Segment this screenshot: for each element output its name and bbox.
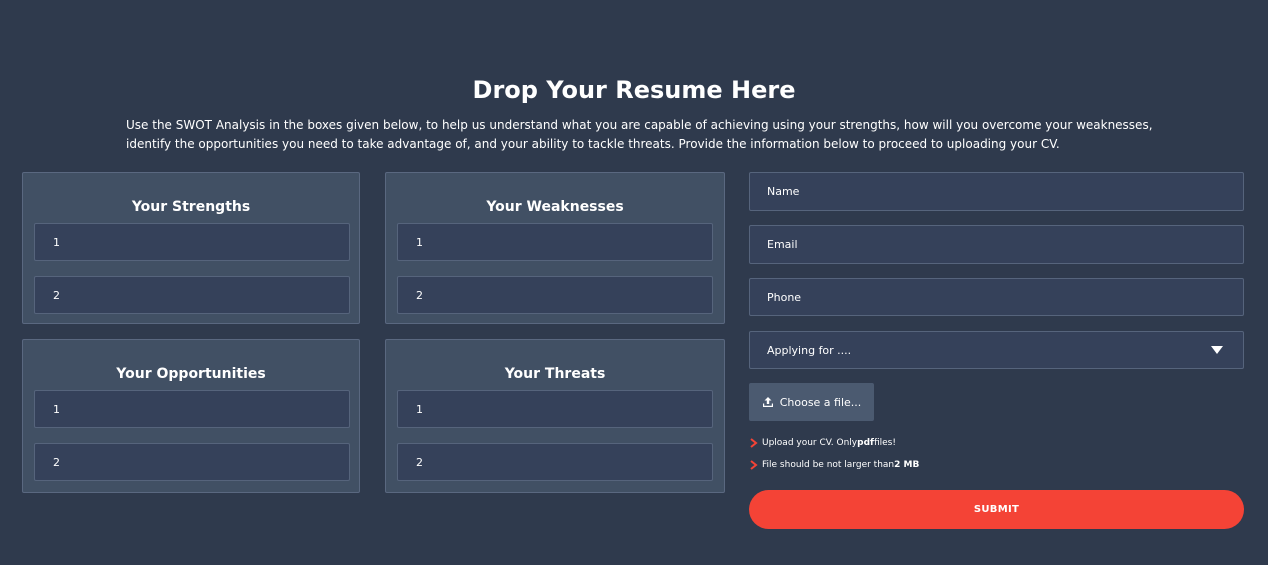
phone-field[interactable] [749, 278, 1244, 316]
strengths-panel: Your Strengths [22, 172, 360, 324]
opportunity-1-input[interactable] [34, 390, 350, 428]
choose-file-label: Choose a file... [779, 395, 862, 409]
opportunity-2-input[interactable] [34, 443, 350, 481]
page-title: Drop Your Resume Here [472, 76, 796, 104]
weaknesses-panel: Your Weaknesses [385, 172, 725, 324]
size-note-prefix: File should be not larger than [762, 460, 895, 470]
chevron-right-icon [750, 460, 758, 470]
size-note-limit: 2 MB [894, 460, 920, 470]
name-field[interactable] [749, 172, 1244, 211]
choose-file-button[interactable]: Choose a file... [749, 383, 874, 421]
submit-button[interactable]: SUBMIT [749, 490, 1244, 529]
upload-note-format: pdf [857, 438, 874, 448]
threat-1-input[interactable] [397, 390, 713, 428]
strength-1-input[interactable] [34, 223, 350, 261]
threat-2-input[interactable] [397, 443, 713, 481]
opportunities-title: Your Opportunities [116, 366, 266, 382]
upload-note: Upload your CV. Only pdf files! [749, 437, 896, 449]
threats-panel: Your Threats [385, 339, 725, 493]
applying-for-value: Applying for .... [767, 343, 852, 357]
applying-for-select[interactable]: Applying for .... [749, 331, 1244, 369]
upload-icon [762, 397, 773, 407]
weaknesses-title: Your Weaknesses [486, 199, 624, 215]
opportunities-panel: Your Opportunities [22, 339, 360, 493]
intro-text: Use the SWOT Analysis in the boxes given… [126, 118, 1153, 151]
email-field[interactable] [749, 225, 1244, 264]
caret-down-icon [1211, 346, 1223, 354]
upload-note-prefix: Upload your CV. Only [762, 438, 858, 448]
strengths-title: Your Strengths [131, 199, 251, 215]
weakness-1-input[interactable] [397, 223, 713, 261]
threats-title: Your Threats [504, 366, 606, 382]
weakness-2-input[interactable] [397, 276, 713, 314]
strength-2-input[interactable] [34, 276, 350, 314]
size-note: File should be not larger than 2 MB [749, 459, 919, 471]
upload-note-suffix: files! [873, 438, 896, 448]
chevron-right-icon [750, 438, 758, 448]
